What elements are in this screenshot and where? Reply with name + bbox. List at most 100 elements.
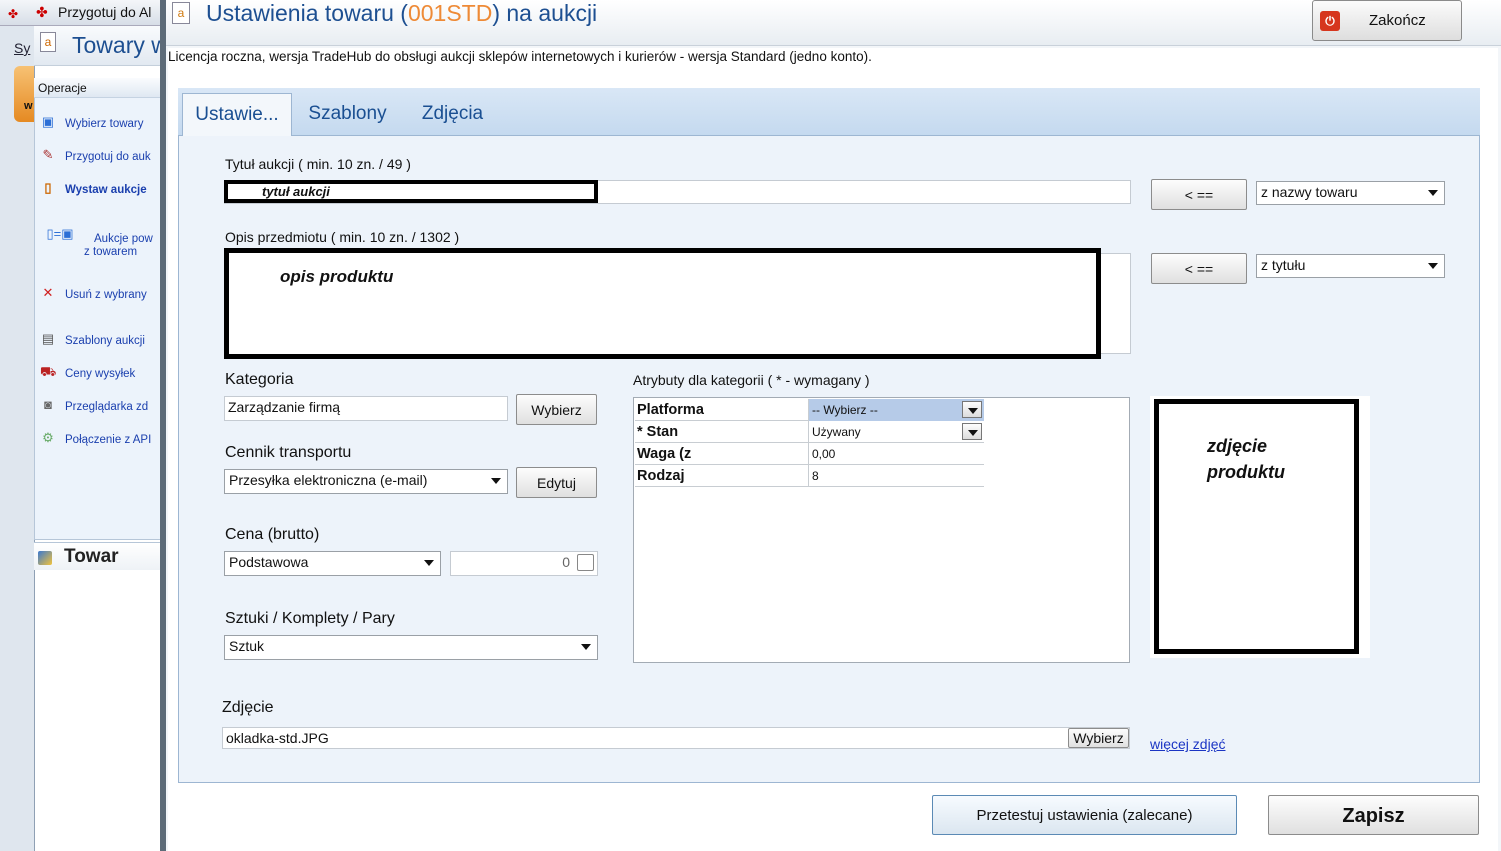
menu-system[interactable]: Sy xyxy=(14,40,30,56)
background-window-titlebar[interactable]: ✤ ✤ Przygotuj do Al xyxy=(0,0,170,26)
photo-label: Zdjęcie xyxy=(222,699,274,716)
tab-settings[interactable]: Ustawie... xyxy=(182,93,292,136)
save-button[interactable]: Zapisz xyxy=(1268,795,1479,835)
product-section-title: Towar xyxy=(64,546,119,567)
delete-icon: ✕ xyxy=(42,285,54,300)
title-input[interactable]: tytuł aukcji xyxy=(224,180,598,203)
price-label: Cena (brutto) xyxy=(225,526,320,543)
power-icon: ⏻ xyxy=(1320,11,1340,31)
ribbon-button-label: w xyxy=(24,100,33,112)
camera-icon: ◙ xyxy=(44,397,52,412)
op-prepare[interactable]: ✎ Przygotuj do auk xyxy=(40,147,170,167)
truck-icon: ⛟ xyxy=(40,364,57,379)
op-shipping-prices[interactable]: ⛟ Ceny wysyłek xyxy=(40,364,170,384)
edit-shipping-button[interactable]: Edytuj xyxy=(516,467,597,498)
description-value: opis produktu xyxy=(280,267,394,286)
ribbon-button[interactable]: w xyxy=(14,66,36,122)
attribute-key: Platforma xyxy=(635,399,809,421)
attribute-key: Rodzaj xyxy=(635,465,809,487)
page-icon: ▯ xyxy=(44,180,52,195)
more-photos-link[interactable]: więcej zdjęć xyxy=(1150,736,1225,752)
op-label: Wystaw aukcje xyxy=(65,184,147,196)
attribute-value: Używany xyxy=(812,425,861,439)
copy-description-button[interactable]: < == xyxy=(1151,253,1247,284)
tab-templates[interactable]: Szablony xyxy=(300,93,395,136)
close-button-label: Zakończ xyxy=(1369,12,1426,29)
units-value: Sztuk xyxy=(229,638,265,654)
description-textarea[interactable]: opis produktu xyxy=(224,248,1101,359)
attribute-key: Waga (z xyxy=(635,443,809,465)
attribute-value: -- Wybierz -- xyxy=(812,403,878,417)
license-info: Licencja roczna, wersja TradeHub do obsł… xyxy=(168,48,1498,76)
chevron-down-icon xyxy=(581,644,591,650)
chevron-down-icon xyxy=(491,478,501,484)
shipping-value: Przesyłka elektroniczna (e-mail) xyxy=(229,472,428,488)
title-source-select[interactable]: z nazwy towaru xyxy=(1256,181,1445,205)
products-window-title: Towary w xyxy=(72,32,168,58)
product-image-text: produktu xyxy=(1207,462,1285,482)
product-image[interactable]: zdjęcie produktu xyxy=(1154,399,1359,654)
price-checkbox[interactable] xyxy=(577,554,594,571)
api-icon: ⚙ xyxy=(42,430,54,445)
attribute-row: Rodzaj 8 xyxy=(635,465,984,487)
op-templates[interactable]: ▤ Szablony aukcji xyxy=(40,331,170,351)
op-label: Wybierz towary xyxy=(65,118,144,130)
title-source-value: z nazwy towaru xyxy=(1261,184,1358,200)
attribute-value-select[interactable]: -- Wybierz -- xyxy=(809,399,984,421)
chevron-down-icon xyxy=(1428,190,1438,196)
shipping-label: Cennik transportu xyxy=(225,444,352,461)
op-remove[interactable]: ✕ Usuń z wybrany xyxy=(40,285,170,305)
attribute-value-input[interactable]: 0,00 xyxy=(809,443,984,465)
op-label: Aukcje pow xyxy=(94,233,153,245)
price-type-value: Podstawowa xyxy=(229,554,309,570)
op-label-second-line: z towarem xyxy=(84,246,138,258)
shipping-select[interactable]: Przesyłka elektroniczna (e-mail) xyxy=(224,469,508,494)
category-label: Kategoria xyxy=(225,371,294,388)
close-button[interactable]: ⏻ Zakończ xyxy=(1312,0,1462,41)
pencil-icon: ✎ xyxy=(42,147,54,162)
cube-icon: ▣ xyxy=(41,114,55,129)
price-type-select[interactable]: Podstawowa xyxy=(224,551,441,576)
product-section-header: Towar xyxy=(34,542,170,570)
products-window-titlebar: a Towary w xyxy=(34,26,170,66)
chevron-down-icon[interactable] xyxy=(962,423,982,440)
units-select[interactable]: Sztuk xyxy=(224,635,598,660)
document-icon: a xyxy=(172,2,190,24)
category-input[interactable]: Zarządzanie firmą xyxy=(224,396,508,421)
chevron-down-icon[interactable] xyxy=(962,401,982,418)
op-label: Ceny wysyłek xyxy=(65,368,136,380)
app-icon-secondary: ✤ xyxy=(36,4,48,20)
choose-photo-button[interactable]: Wybierz xyxy=(1068,728,1129,748)
attributes-label: Atrybuty dla kategorii ( * - wymagany ) xyxy=(633,372,870,388)
choose-category-button[interactable]: Wybierz xyxy=(516,394,597,425)
op-photo-browser[interactable]: ◙ Przeglądarka zd xyxy=(40,397,170,417)
app-icon: ✤ xyxy=(8,7,19,21)
units-label: Sztuki / Komplety / Pary xyxy=(225,610,395,627)
dialog-titlebar: a Ustawienia towaru (001STD) na aukcji xyxy=(166,0,1501,46)
product-image-text: zdjęcie xyxy=(1207,436,1268,456)
op-api-connection[interactable]: ⚙ Połączenie z API xyxy=(40,430,170,450)
attribute-value-input[interactable]: 8 xyxy=(809,465,984,487)
op-linked-auctions[interactable]: ▯=▣ Aukcje pow z towarem xyxy=(40,226,170,260)
tab-photos[interactable]: Zdjęcia xyxy=(410,93,495,136)
description-source-select[interactable]: z tytułu xyxy=(1256,254,1445,278)
op-publish[interactable]: ▯ Wystaw aukcje xyxy=(40,180,170,200)
operations-header-label: Operacje xyxy=(38,81,87,95)
op-label: Przeglądarka zd xyxy=(65,401,149,413)
chevron-down-icon xyxy=(424,560,434,566)
copy-title-button[interactable]: < == xyxy=(1151,179,1247,210)
chevron-down-icon xyxy=(1428,263,1438,269)
photo-path-input[interactable]: okladka-std.JPG xyxy=(222,727,1130,749)
description-label: Opis przedmiotu ( min. 10 zn. / 1302 ) xyxy=(225,229,460,245)
product-icon xyxy=(38,551,52,565)
price-input[interactable]: 0 xyxy=(450,551,598,576)
op-label: Przygotuj do auk xyxy=(65,151,151,163)
title-label: Tytuł aukcji ( min. 10 zn. / 49 ) xyxy=(225,156,411,172)
op-select-products[interactable]: ▣ Wybierz towary xyxy=(40,114,170,134)
description-source-value: z tytułu xyxy=(1261,257,1306,273)
attribute-key: * Stan xyxy=(635,421,809,443)
test-settings-button[interactable]: Przetestuj ustawienia (zalecane) xyxy=(932,795,1237,835)
template-icon: ▤ xyxy=(41,331,55,346)
attribute-value-select[interactable]: Używany xyxy=(809,421,984,443)
link-icon: ▯=▣ xyxy=(46,226,74,241)
